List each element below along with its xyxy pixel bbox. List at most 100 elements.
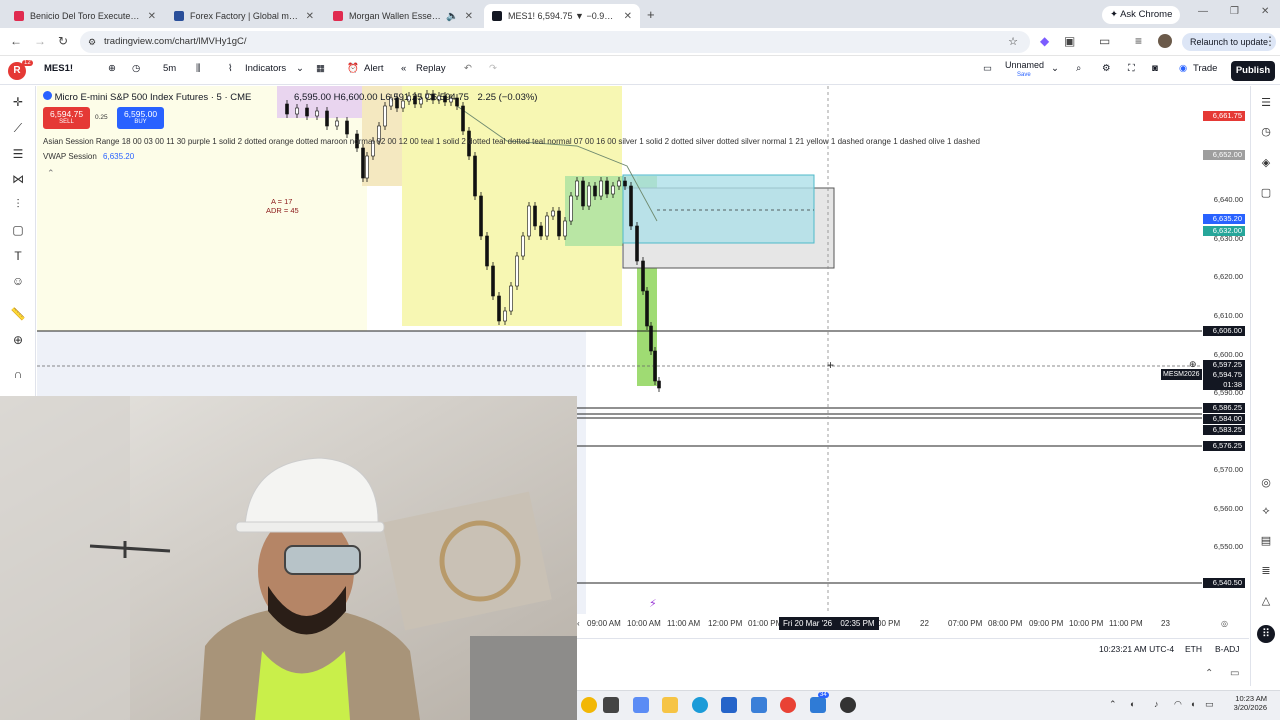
close-icon[interactable]: ✕ bbox=[624, 11, 632, 22]
emoji-icon[interactable]: ☺ bbox=[10, 273, 26, 289]
interval-button[interactable]: 5m bbox=[163, 63, 176, 74]
buy-button[interactable]: 6,595.00 BUY bbox=[117, 107, 164, 129]
chrome-icon[interactable] bbox=[780, 697, 796, 713]
back-icon[interactable]: ← bbox=[10, 34, 22, 48]
magnet-icon[interactable]: ∩ bbox=[10, 366, 26, 382]
bell-icon[interactable]: △ bbox=[1259, 594, 1273, 608]
extensions-puzzle-icon[interactable]: ▣ bbox=[1064, 34, 1075, 48]
shapes-icon[interactable]: ▢ bbox=[10, 222, 26, 238]
sell-button[interactable]: 6,594.75 SELL bbox=[43, 107, 90, 129]
event-icon[interactable]: ⚡ bbox=[649, 597, 657, 610]
crosshair-icon[interactable]: ✛ bbox=[10, 94, 26, 110]
profile-avatar[interactable] bbox=[1158, 34, 1172, 48]
layers-icon[interactable]: ◈ bbox=[1259, 156, 1273, 170]
tray-chevron-icon[interactable]: ⌃ bbox=[1109, 699, 1117, 710]
target-icon[interactable]: ◎ bbox=[1259, 476, 1273, 490]
camera-icon[interactable]: ◙ bbox=[1152, 63, 1158, 74]
indicators-button[interactable]: Indicators bbox=[245, 63, 286, 74]
settings-icon[interactable]: ⚙ bbox=[1102, 63, 1111, 74]
browser-tab-2[interactable]: Forex Factory | Global markets ✕ bbox=[166, 4, 322, 28]
forward-icon[interactable]: → bbox=[34, 34, 46, 48]
relaunch-button[interactable]: Relaunch to update bbox=[1182, 33, 1277, 51]
alerts-clock-icon[interactable]: ◷ bbox=[1259, 125, 1273, 139]
apps-grid-icon[interactable]: ⠿ bbox=[1257, 625, 1275, 643]
browser-tab-4[interactable]: MES1! 6,594.75 ▼ −0.93% Unn ✕ bbox=[484, 4, 640, 28]
clock-text[interactable]: 10:23:21 AM UTC-4 bbox=[1099, 644, 1174, 654]
minimize-icon[interactable]: — bbox=[1198, 6, 1208, 17]
file-explorer-icon[interactable] bbox=[662, 697, 678, 713]
reload-icon[interactable]: ↻ bbox=[58, 34, 68, 48]
window-close-icon[interactable]: ✕ bbox=[1261, 6, 1269, 17]
microphone-icon[interactable]: ♪ bbox=[1154, 699, 1159, 709]
indicator-vwap[interactable]: VWAP Session 6,635.20 bbox=[43, 152, 134, 161]
layout-name[interactable]: Unnamed bbox=[1005, 60, 1044, 70]
ask-chrome-button[interactable]: ✦ Ask Chrome bbox=[1102, 6, 1181, 24]
cast-icon[interactable]: ▭ bbox=[1099, 34, 1110, 48]
chevron-down-icon[interactable]: ⌄ bbox=[296, 63, 304, 74]
plus-circle-icon[interactable]: ⊕ bbox=[1189, 359, 1197, 370]
layout-icon[interactable]: ▭ bbox=[983, 63, 992, 74]
trend-line-icon[interactable]: ⟋ bbox=[10, 120, 26, 136]
media-icon[interactable]: ≡ bbox=[1135, 34, 1142, 48]
collapse-legend-icon[interactable]: ⌃ bbox=[47, 168, 55, 179]
auto-scale-icon[interactable]: ◎ bbox=[1221, 619, 1228, 628]
bookmark-star-icon[interactable]: ☆ bbox=[1008, 31, 1018, 53]
time-axis[interactable]: ‹ 09:00 AM 10:00 AM 11:00 AM 12:00 PM 01… bbox=[577, 616, 1249, 632]
indicator-asian-session[interactable]: Asian Session Range 18 00 03 00 11 30 pu… bbox=[43, 137, 980, 146]
app-icon[interactable] bbox=[751, 697, 767, 713]
speaker-icon[interactable]: 🔈 bbox=[446, 11, 458, 22]
pattern-icon[interactable]: ⋈ bbox=[10, 171, 26, 187]
forecast-icon[interactable]: ⫶ bbox=[10, 196, 26, 212]
alert-button[interactable]: Alert bbox=[364, 63, 384, 74]
restore-icon[interactable]: ❐ bbox=[1230, 6, 1239, 17]
chart-type-icon[interactable]: ⫼ bbox=[196, 63, 200, 74]
fullscreen-icon[interactable]: ⛶ bbox=[1128, 63, 1135, 74]
menu-icon[interactable]: ⋮ bbox=[1264, 34, 1276, 48]
wifi-icon[interactable]: ◠ bbox=[1174, 699, 1182, 710]
fib-icon[interactable]: ☰ bbox=[10, 146, 26, 162]
symbol-title[interactable]: Micro E-mini S&P 500 Index Futures · 5 ·… bbox=[55, 92, 252, 103]
volume-icon[interactable]: ◖ bbox=[1190, 699, 1195, 709]
widgets-icon[interactable] bbox=[581, 697, 597, 713]
watchlist-icon[interactable]: ☰ bbox=[1259, 96, 1273, 110]
close-icon[interactable]: ✕ bbox=[148, 11, 156, 22]
store-icon[interactable] bbox=[721, 697, 737, 713]
edge-icon[interactable] bbox=[692, 697, 708, 713]
notes-icon[interactable]: ≣ bbox=[1259, 564, 1273, 578]
close-icon[interactable]: ✕ bbox=[465, 11, 473, 22]
chat-icon[interactable]: ▢ bbox=[1259, 186, 1273, 200]
templates-icon[interactable]: ▦ bbox=[316, 63, 325, 74]
clock-icon[interactable]: ◷ bbox=[132, 63, 140, 74]
new-tab-icon[interactable]: + bbox=[647, 7, 655, 22]
maximize-panel-icon[interactable]: ▭ bbox=[1230, 668, 1239, 679]
compare-icon[interactable]: ⊕ bbox=[108, 63, 116, 74]
url-bar[interactable]: ⚙ tradingview.com/chart/lMVHy1gC/ ☆ bbox=[80, 31, 1030, 53]
ruler-icon[interactable]: 📏 bbox=[10, 306, 26, 322]
zoom-icon[interactable]: ⊕ bbox=[10, 332, 26, 348]
price-axis[interactable]: 6,640.00 6,630.00 6,620.00 6,610.00 6,60… bbox=[1203, 86, 1249, 614]
calculator-icon[interactable]: ▤ bbox=[1259, 534, 1273, 548]
save-label[interactable]: Save bbox=[1017, 72, 1031, 78]
session-toggle[interactable]: ETH bbox=[1185, 644, 1202, 654]
pattern-icon[interactable]: ⟡ bbox=[1259, 504, 1273, 518]
messaging-icon[interactable]: 34 bbox=[810, 692, 829, 713]
browser-tab-1[interactable]: Benicio Del Toro Executes the C ✕ bbox=[6, 4, 164, 28]
adjustment-toggle[interactable]: B-ADJ bbox=[1215, 644, 1240, 654]
undo-icon[interactable]: ↶ bbox=[464, 63, 472, 74]
chevron-up-icon[interactable]: ⌃ bbox=[1205, 668, 1213, 679]
redo-icon[interactable]: ↷ bbox=[489, 63, 497, 74]
extension-icon[interactable]: ◆ bbox=[1040, 34, 1049, 48]
tray-app-icon[interactable]: ◐ bbox=[1130, 699, 1135, 709]
recording-icon[interactable] bbox=[840, 697, 856, 713]
publish-button[interactable]: Publish bbox=[1231, 61, 1275, 81]
replay-button[interactable]: Replay bbox=[416, 63, 446, 74]
battery-icon[interactable]: ▭ bbox=[1205, 699, 1214, 710]
quick-search-icon[interactable]: ⌕ bbox=[1076, 63, 1081, 74]
browser-tab-3[interactable]: Morgan Wallen Essentials - 🔈 ✕ bbox=[325, 4, 481, 28]
taskbar-clock[interactable]: 10:23 AM 3/20/2026 bbox=[1227, 694, 1267, 712]
close-icon[interactable]: ✕ bbox=[306, 11, 314, 22]
taskview-icon[interactable] bbox=[603, 697, 619, 713]
symbol-search[interactable]: MES1! bbox=[44, 63, 73, 74]
site-info-icon[interactable]: ⚙ bbox=[88, 31, 96, 53]
text-icon[interactable]: T bbox=[10, 248, 26, 264]
